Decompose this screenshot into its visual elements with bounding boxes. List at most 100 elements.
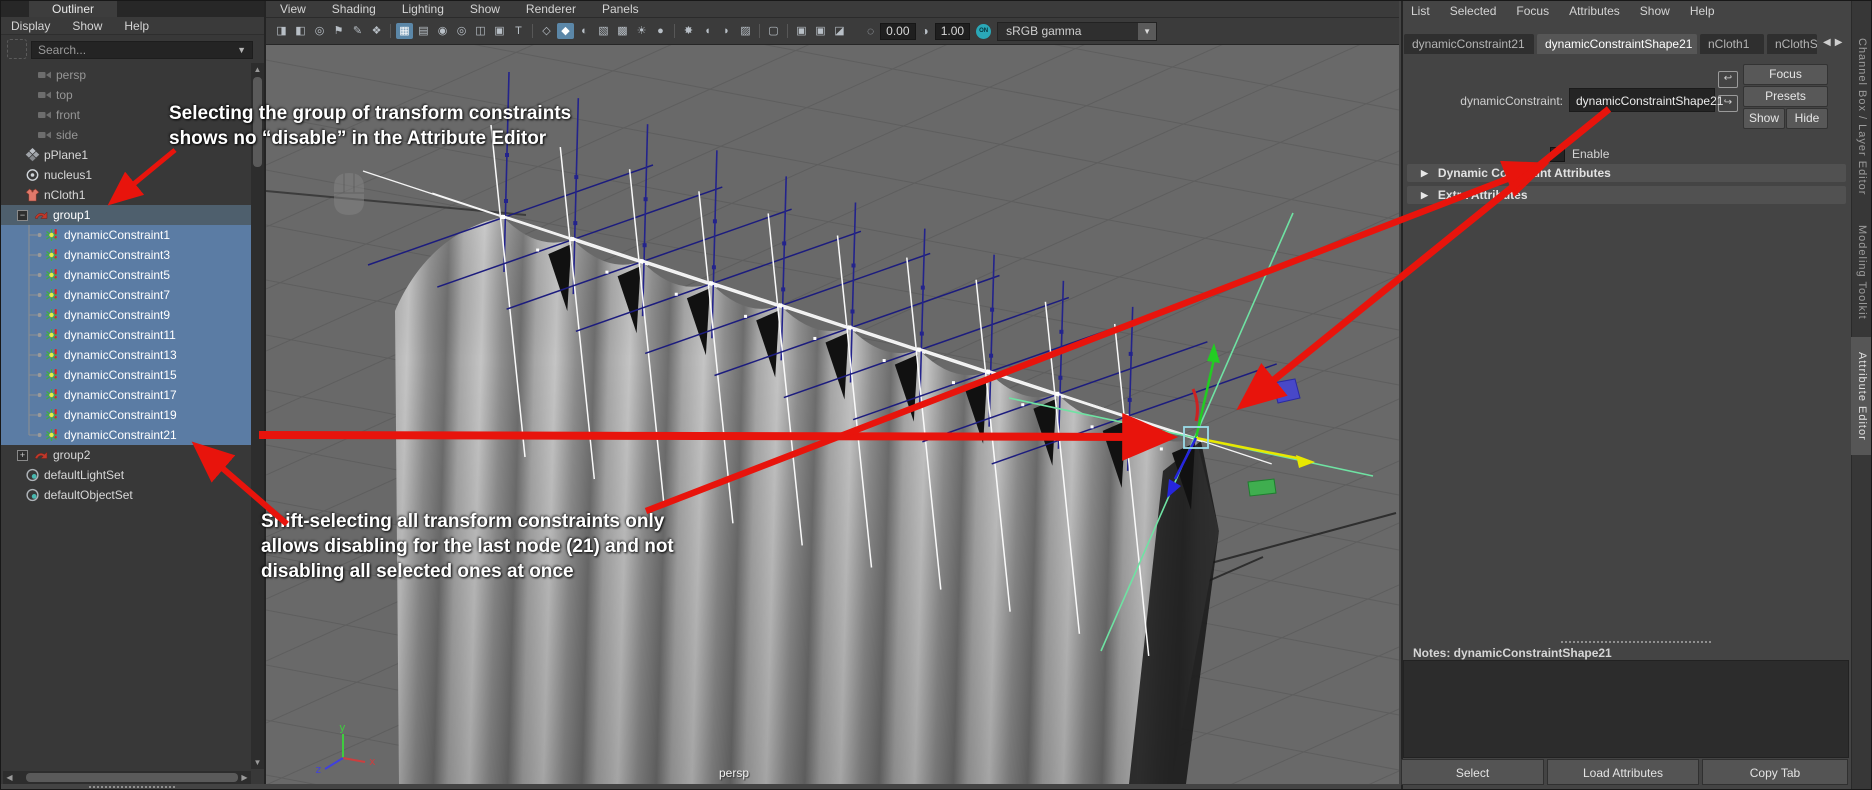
side-tab-attribute-editor[interactable]: Attribute Editor (1851, 337, 1871, 455)
ae-menu-list[interactable]: List (1411, 4, 1430, 18)
viewport-toolbar-icon-2[interactable]: ◎ (311, 23, 328, 39)
viewport-menu-view[interactable]: View (280, 2, 306, 16)
gamma-field[interactable]: 1.00 (934, 22, 971, 40)
scroll-down-icon[interactable]: ▼ (251, 758, 264, 767)
outliner-item-dynamicConstraint11[interactable]: dynamicConstraint11 (1, 325, 251, 345)
viewport-menu-shading[interactable]: Shading (332, 2, 376, 16)
viewport-menu-show[interactable]: Show (470, 2, 500, 16)
outliner-item-dynamicConstraint15[interactable]: dynamicConstraint15 (1, 365, 251, 385)
viewport-toolbar-icon-15[interactable]: ◇ (538, 23, 555, 39)
outliner-item-dynamicConstraint5[interactable]: dynamicConstraint5 (1, 265, 251, 285)
outliner-menu-show[interactable]: Show (72, 19, 102, 33)
dynamic-constraint-field[interactable]: dynamicConstraintShape21 (1569, 88, 1723, 112)
outliner-item-dynamicConstraint21[interactable]: dynamicConstraint21 (1, 425, 251, 445)
outliner-horizontal-scrollbar[interactable]: ◀ ▶ (3, 771, 251, 784)
copy-tab-button[interactable]: Copy Tab (1702, 759, 1848, 785)
exposure-icon[interactable]: ◌ (867, 24, 874, 38)
ae-menu-help[interactable]: Help (1690, 4, 1715, 18)
ae-menu-selected[interactable]: Selected (1450, 4, 1497, 18)
outliner-vertical-scrollbar[interactable]: ▲ ▼ (251, 63, 264, 769)
viewport-scene[interactable]: y x z (266, 45, 1399, 784)
presets-button[interactable]: Presets (1743, 86, 1828, 107)
viewport-toolbar-icon-30[interactable]: ▣ (793, 23, 810, 39)
viewport-toolbar-icon-5[interactable]: ❖ (368, 23, 385, 39)
selection-mode-icon[interactable] (7, 39, 27, 59)
viewport-toolbar-icon-9[interactable]: ◉ (434, 23, 451, 39)
viewport-toolbar-icon-25[interactable]: ◗ (718, 23, 735, 39)
outliner-list[interactable]: persp top front side pPlane1 nucleus1 nCloth1 −… (1, 63, 251, 771)
outliner-item-defaultObjectSet[interactable]: defaultObjectSet (1, 485, 251, 505)
viewport-toolbar-icon-11[interactable]: ◫ (472, 23, 489, 39)
ae-tab-dynamicConstraint21[interactable]: dynamicConstraint21 (1404, 34, 1534, 54)
viewport-toolbar-icon-1[interactable]: ◧ (292, 23, 309, 39)
viewport-toolbar-icon-20[interactable]: ☀ (633, 23, 650, 39)
hide-button[interactable]: Hide (1786, 108, 1828, 129)
viewport-toolbar-icon-7[interactable]: ▦ (396, 23, 413, 39)
outliner-item-nucleus1[interactable]: nucleus1 (1, 165, 251, 185)
gamma-icon[interactable]: ◑ (922, 24, 929, 38)
show-button[interactable]: Show (1743, 108, 1785, 129)
ae-menu-focus[interactable]: Focus (1516, 4, 1549, 18)
outliner-item-nCloth1[interactable]: nCloth1 (1, 185, 251, 205)
ae-tab-dynamicConstraintShape21[interactable]: dynamicConstraintShape21 (1537, 34, 1697, 54)
ae-menu-show[interactable]: Show (1640, 4, 1670, 18)
section-dynamic-constraint-attributes[interactable]: ▶ Dynamic Constraint Attributes (1407, 164, 1846, 182)
outliner-item-dynamicConstraint3[interactable]: dynamicConstraint3 (1, 245, 251, 265)
enable-checkbox[interactable] (1550, 147, 1565, 162)
search-input[interactable]: Search... ▼ (31, 41, 253, 59)
outliner-item-dynamicConstraint9[interactable]: dynamicConstraint9 (1, 305, 251, 325)
scroll-right-icon[interactable]: ▶ (238, 773, 251, 782)
ae-tab-nCloth1[interactable]: nCloth1 (1700, 34, 1764, 54)
scroll-left-icon[interactable]: ◀ (3, 773, 16, 782)
viewport-toolbar-icon-13[interactable]: T (510, 23, 527, 39)
notes-splitter-handle[interactable] (1561, 641, 1711, 643)
viewport-toolbar-icon-10[interactable]: ◎ (453, 23, 470, 39)
viewport-toolbar-icon-8[interactable]: ▤ (415, 23, 432, 39)
outliner-item-dynamicConstraint1[interactable]: dynamicConstraint1 (1, 225, 251, 245)
select-button[interactable]: Select (1401, 759, 1544, 785)
viewport-toolbar-icon-12[interactable]: ▣ (491, 23, 508, 39)
side-tab-channel-box-layer-editor[interactable]: Channel Box / Layer Editor (1851, 27, 1871, 207)
viewport-menu-renderer[interactable]: Renderer (526, 2, 576, 16)
viewport-toolbar-icon-26[interactable]: ▨ (737, 23, 754, 39)
outliner-title[interactable]: Outliner (29, 1, 117, 17)
viewport-toolbar-icon-24[interactable]: ◖ (699, 23, 716, 39)
outliner-item-dynamicConstraint17[interactable]: dynamicConstraint17 (1, 385, 251, 405)
outliner-item-persp[interactable]: persp (1, 65, 251, 85)
outliner-item-dynamicConstraint19[interactable]: dynamicConstraint19 (1, 405, 251, 425)
ae-menu-attributes[interactable]: Attributes (1569, 4, 1620, 18)
viewport-menu-lighting[interactable]: Lighting (402, 2, 444, 16)
scrollbar-thumb[interactable] (26, 773, 238, 782)
viewport-toolbar-icon-18[interactable]: ▧ (595, 23, 612, 39)
outliner-item-group2[interactable]: + group2 (1, 445, 251, 465)
viewport-menu-panels[interactable]: Panels (602, 2, 639, 16)
outliner-menu-help[interactable]: Help (124, 19, 149, 33)
color-management-toggle[interactable]: ON (976, 23, 992, 39)
section-extra-attributes[interactable]: ▶ Extra Attributes (1407, 186, 1846, 204)
focus-button[interactable]: Focus (1743, 64, 1828, 85)
outliner-item-dynamicConstraint7[interactable]: dynamicConstraint7 (1, 285, 251, 305)
outliner-item-defaultLightSet[interactable]: defaultLightSet (1, 465, 251, 485)
viewport-toolbar-icon-31[interactable]: ▣ (812, 23, 829, 39)
tab-scroll-arrows[interactable]: ◀▶ (1823, 37, 1846, 48)
viewport-toolbar-icon-4[interactable]: ✎ (349, 23, 366, 39)
expander-collapse-icon[interactable]: − (17, 209, 28, 221)
panel-splitter-handle[interactable] (89, 786, 175, 788)
viewport-toolbar-icon-28[interactable]: ▢ (765, 23, 782, 39)
viewport-toolbar-icon-16[interactable]: ◆ (557, 23, 574, 39)
outliner-menu-display[interactable]: Display (11, 19, 50, 33)
load-attributes-button[interactable]: Load Attributes (1547, 759, 1699, 785)
scroll-up-icon[interactable]: ▲ (251, 65, 264, 74)
viewport-toolbar-icon-17[interactable]: ◐ (576, 23, 593, 39)
outliner-item-dynamicConstraint13[interactable]: dynamicConstraint13 (1, 345, 251, 365)
viewport-toolbar-icon-32[interactable]: ◪ (831, 23, 848, 39)
expander-expand-icon[interactable]: + (17, 449, 28, 461)
viewport-toolbar-icon-3[interactable]: ⚑ (330, 23, 347, 39)
viewport-toolbar-icon-23[interactable]: ✸ (680, 23, 697, 39)
chevron-down-icon[interactable]: ▼ (237, 45, 246, 55)
viewport-toolbar-icon-19[interactable]: ▩ (614, 23, 631, 39)
notes-textarea[interactable] (1403, 660, 1849, 758)
colorspace-dropdown[interactable]: sRGB gamma ▼ (997, 21, 1158, 41)
viewport-toolbar-icon-21[interactable]: ● (652, 23, 669, 39)
outliner-item-group1[interactable]: − group1 (1, 205, 251, 225)
